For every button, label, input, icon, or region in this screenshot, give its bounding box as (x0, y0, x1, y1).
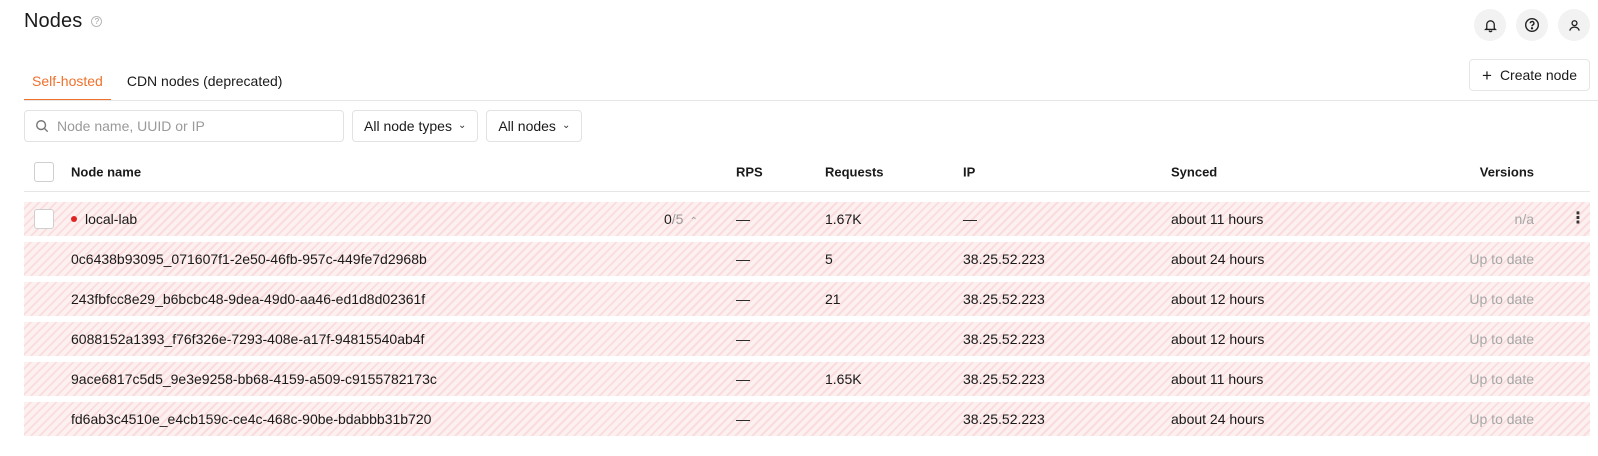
cell-version: Up to date (1469, 251, 1534, 267)
cell-node-name: 0c6438b93095_071607f1-2e50-46fb-957c-449… (71, 251, 427, 267)
top-icon-bar (1474, 9, 1590, 41)
kebab-menu-icon[interactable]: ⋮ (1570, 211, 1586, 227)
group-row-local-lab[interactable]: local-lab 0/5 ⌃ — 1.67K — about 11 hours … (24, 202, 1590, 236)
header-node-name[interactable]: Node name (71, 164, 141, 179)
cell-node-name: 6088152a1393_f76f326e-7293-408e-a17f-948… (71, 331, 425, 347)
search-box[interactable] (24, 110, 344, 142)
search-icon (36, 120, 49, 133)
cell-requests: 5 (825, 251, 833, 267)
header-ip[interactable]: IP (963, 164, 975, 179)
cell-rps: — (736, 211, 750, 227)
table-row[interactable]: 6088152a1393_f76f326e-7293-408e-a17f-948… (24, 322, 1590, 356)
cell-rps: — (736, 411, 750, 427)
table-row[interactable]: 0c6438b93095_071607f1-2e50-46fb-957c-449… (24, 242, 1590, 276)
table-row[interactable]: 9ace6817c5d5_9e3e9258-bb68-4159-a509-c91… (24, 362, 1590, 396)
page-title: Nodes (24, 10, 83, 32)
group-node-count[interactable]: 0/5 ⌃ (664, 211, 698, 227)
cell-rps: — (736, 251, 750, 267)
nodes-table: Node name RPS Requests IP Synced Version… (24, 152, 1590, 436)
table-row[interactable]: fd6ab3c4510e_e4cb159c-ce4c-468c-90be-bda… (24, 402, 1590, 436)
tabs-divider (24, 100, 1598, 101)
cell-node-name: 9ace6817c5d5_9e3e9258-bb68-4159-a509-c91… (71, 371, 437, 387)
cell-ip: 38.25.52.223 (963, 371, 1045, 387)
cell-requests: 1.65K (825, 371, 862, 387)
cell-ip: 38.25.52.223 (963, 291, 1045, 307)
total-count: /5 (671, 211, 684, 227)
select-all-checkbox[interactable] (34, 161, 54, 182)
cell-version: Up to date (1469, 331, 1534, 347)
cell-version: Up to date (1469, 371, 1534, 387)
header-requests[interactable]: Requests (825, 164, 884, 179)
header-versions[interactable]: Versions (1480, 164, 1534, 179)
cell-ip: 38.25.52.223 (963, 331, 1045, 347)
status-offline-dot (71, 216, 77, 223)
cell-ip: — (963, 211, 977, 227)
cell-synced: about 24 hours (1171, 411, 1265, 427)
cell-synced: about 24 hours (1171, 251, 1265, 267)
create-node-button[interactable]: + Create node (1469, 59, 1590, 91)
node-types-label: All node types (364, 118, 452, 134)
help-circle-icon[interactable]: ? (91, 16, 103, 27)
group-name: local-lab (71, 211, 137, 227)
cell-version: Up to date (1469, 291, 1534, 307)
online-count: 0 (664, 211, 672, 227)
tab-self-hosted[interactable]: Self-hosted (24, 62, 111, 101)
header-synced[interactable]: Synced (1171, 164, 1217, 179)
account-button[interactable] (1558, 9, 1590, 41)
chevron-down-icon: ⌄ (561, 119, 571, 131)
cell-requests: 1.67K (825, 211, 862, 227)
cell-ip: 38.25.52.223 (963, 411, 1045, 427)
table-body: local-lab 0/5 ⌃ — 1.67K — about 11 hours … (24, 192, 1590, 436)
cell-requests: 21 (825, 291, 841, 307)
cell-node-name: fd6ab3c4510e_e4cb159c-ce4c-468c-90be-bda… (71, 411, 432, 427)
cell-ip: 38.25.52.223 (963, 251, 1045, 267)
nodes-dropdown[interactable]: All nodes ⌄ (486, 110, 583, 142)
search-input[interactable] (57, 118, 327, 134)
cell-rps: — (736, 331, 750, 347)
cell-synced: about 12 hours (1171, 291, 1265, 307)
group-name-label: local-lab (85, 211, 138, 227)
create-node-label: Create node (1499, 67, 1577, 83)
tab-cdn-nodes[interactable]: CDN nodes (deprecated) (119, 62, 291, 101)
user-icon (1568, 19, 1580, 31)
cell-version: Up to date (1469, 411, 1534, 427)
tab-bar: Self-hosted CDN nodes (deprecated) (24, 62, 290, 101)
node-types-dropdown[interactable]: All node types ⌄ (352, 110, 479, 142)
cell-synced: about 11 hours (1171, 371, 1264, 387)
table-row[interactable]: 243fbfcc8e29_b6bcbc48-9dea-49d0-aa46-ed1… (24, 282, 1590, 316)
nodes-label: All nodes (498, 118, 556, 134)
cell-synced: about 11 hours (1171, 211, 1264, 227)
help-button[interactable] (1516, 9, 1548, 41)
cell-synced: about 12 hours (1171, 331, 1265, 347)
chevron-down-icon: ⌄ (457, 119, 467, 131)
question-icon (1524, 17, 1540, 33)
notifications-button[interactable] (1474, 9, 1506, 41)
bell-icon (1483, 19, 1497, 32)
cell-rps: — (736, 291, 750, 307)
cell-version: n/a (1514, 211, 1534, 227)
page-header: Nodes ? (24, 10, 103, 33)
header-rps[interactable]: RPS (736, 164, 763, 179)
row-checkbox[interactable] (34, 209, 54, 229)
cell-rps: — (736, 371, 750, 387)
filter-bar: All node types ⌄ All nodes ⌄ (24, 110, 583, 142)
chevron-up-icon: ⌃ (689, 216, 698, 227)
cell-node-name: 243fbfcc8e29_b6bcbc48-9dea-49d0-aa46-ed1… (71, 291, 426, 307)
plus-icon: + (1482, 65, 1492, 85)
table-header: Node name RPS Requests IP Synced Version… (24, 152, 1590, 192)
